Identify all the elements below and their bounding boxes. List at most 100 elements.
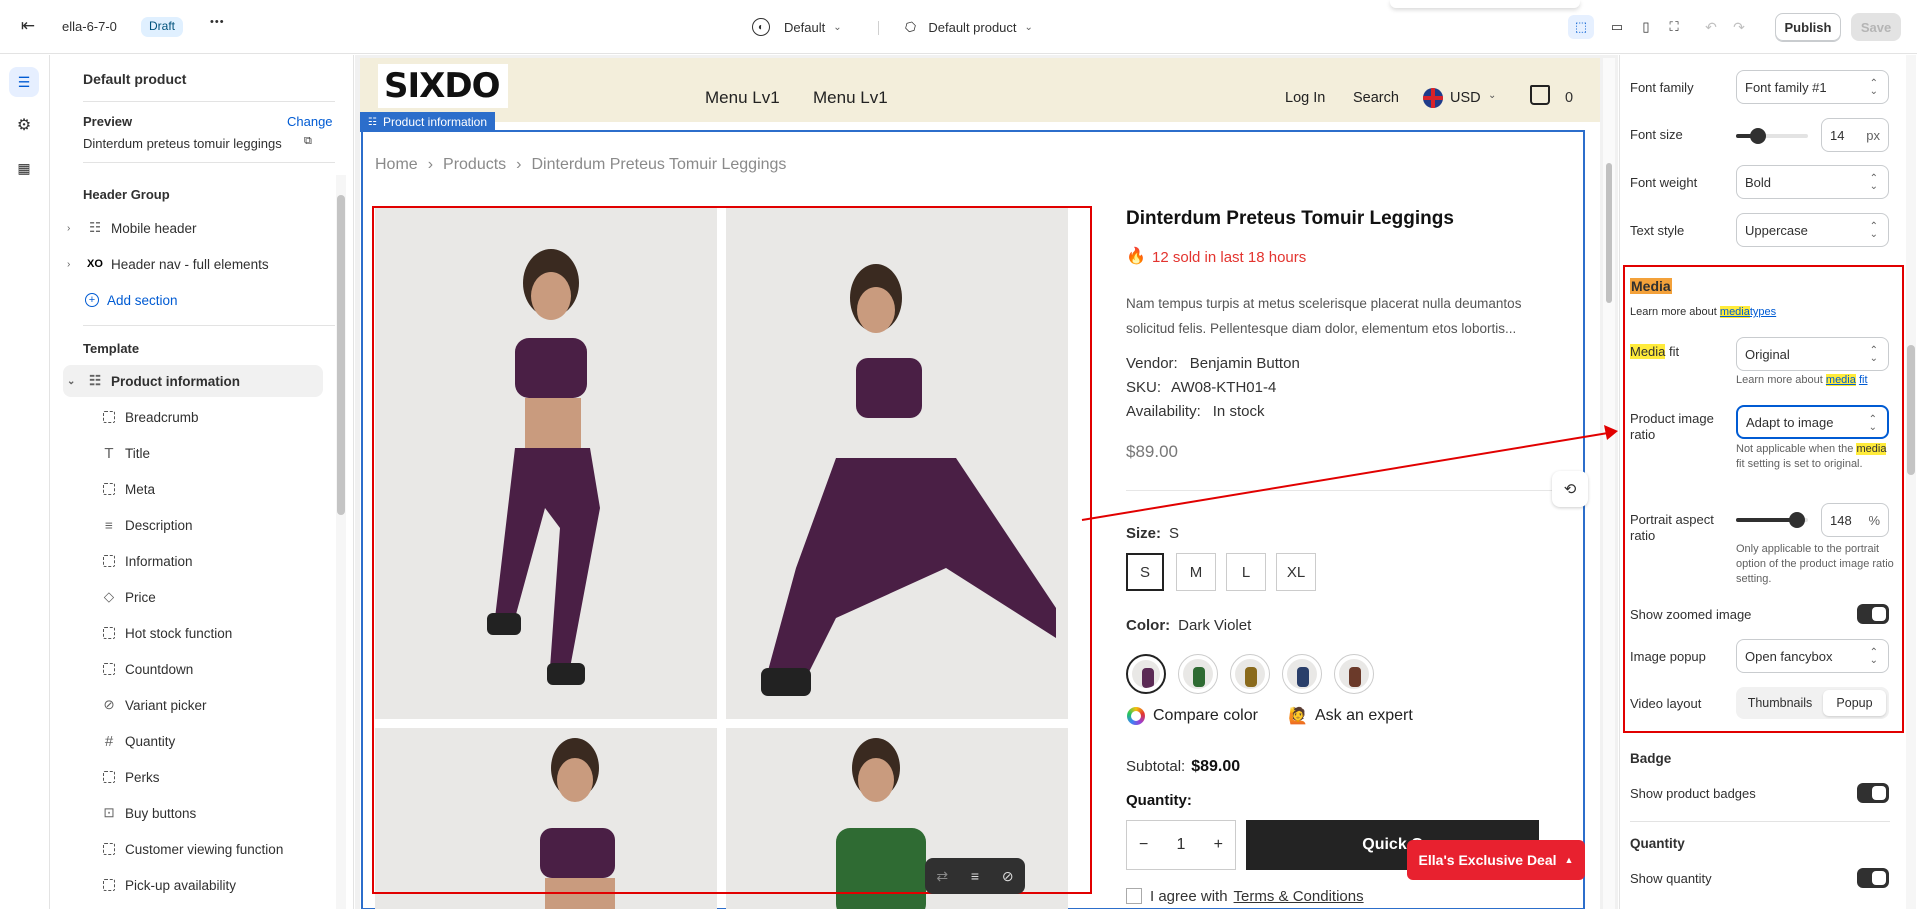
block-perks[interactable]: Perks: [101, 760, 371, 794]
store-logo[interactable]: SIXDO: [384, 66, 500, 106]
video-option-thumbnails[interactable]: Thumbnails: [1739, 690, 1821, 716]
block-customer-viewing[interactable]: Customer viewing function: [101, 832, 371, 866]
ratio-select[interactable]: Adapt to image ⌃ ⌄: [1736, 405, 1889, 439]
gear-icon[interactable]: ⚙: [9, 110, 39, 140]
quantity-value[interactable]: 1: [1177, 836, 1186, 854]
block-information[interactable]: Information: [101, 544, 371, 578]
scrollbar-thumb[interactable]: [1606, 163, 1612, 303]
font-size-slider[interactable]: [1736, 128, 1808, 144]
zoom-toggle[interactable]: [1857, 604, 1889, 624]
media-link[interactable]: media: [1825, 374, 1856, 386]
sections-icon[interactable]: ☰: [9, 67, 39, 97]
reorder-icon[interactable]: ≡: [971, 868, 979, 884]
types-link[interactable]: types: [1750, 306, 1776, 318]
block-meta[interactable]: Meta: [101, 472, 371, 506]
plus-button[interactable]: +: [1214, 836, 1223, 854]
divider: [83, 101, 335, 102]
terms-link[interactable]: Terms & Conditions: [1234, 888, 1364, 905]
vendor-value[interactable]: Benjamin Button: [1190, 355, 1300, 372]
search-link[interactable]: Search: [1353, 90, 1399, 106]
block-quantity[interactable]: # Quantity: [101, 724, 371, 758]
size-option-m[interactable]: M: [1176, 553, 1216, 591]
section-tag[interactable]: ☷ Product information: [360, 112, 496, 132]
currency-selector[interactable]: USD: [1450, 90, 1481, 106]
quantity-setting-label: Show quantity: [1630, 871, 1712, 886]
menu-item[interactable]: Menu Lv1: [705, 88, 780, 108]
settings-scrollbar[interactable]: [1906, 55, 1916, 909]
slider-knob[interactable]: [1789, 512, 1805, 528]
breadcrumb-products[interactable]: Products: [443, 156, 506, 174]
deal-button[interactable]: Ella's Exclusive Deal ▲: [1407, 840, 1585, 880]
publish-button[interactable]: Publish: [1775, 13, 1841, 41]
block-breadcrumb[interactable]: Breadcrumb: [101, 400, 371, 434]
block-buy-buttons[interactable]: ⊡ Buy buttons: [101, 796, 371, 830]
color-swatch[interactable]: [1126, 654, 1166, 694]
fullscreen-icon[interactable]: ⛶: [1661, 15, 1687, 39]
apps-icon[interactable]: ▦: [9, 153, 39, 183]
size-option-xl[interactable]: XL: [1276, 553, 1316, 591]
color-swatch[interactable]: [1230, 654, 1270, 694]
text-style-label: Text style: [1630, 223, 1685, 238]
popup-select[interactable]: Open fancybox ⌃ ⌄: [1736, 639, 1889, 673]
inspector-icon[interactable]: ⬚: [1568, 15, 1594, 39]
breadcrumb-home[interactable]: Home: [375, 156, 418, 174]
move-icon[interactable]: ⇄: [936, 868, 948, 885]
block-countdown[interactable]: Countdown: [101, 652, 371, 686]
video-option-popup[interactable]: Popup: [1823, 690, 1886, 716]
media-link[interactable]: media: [1719, 306, 1750, 318]
sidebar-scrollbar[interactable]: [336, 175, 346, 909]
font-family-select[interactable]: Font family #1 ⌃ ⌄: [1736, 70, 1889, 104]
undo-icon[interactable]: ↶: [1700, 15, 1722, 39]
quantity-toggle[interactable]: [1857, 868, 1889, 888]
product-selector-label: Default product: [928, 19, 1017, 35]
add-section-button[interactable]: + Add section: [85, 283, 355, 317]
unit-label: px: [1866, 127, 1880, 143]
color-swatch[interactable]: [1178, 654, 1218, 694]
block-description[interactable]: ≡ Description: [101, 508, 371, 542]
menu-item[interactable]: Menu Lv1: [813, 88, 888, 108]
change-link[interactable]: Change: [287, 114, 333, 129]
font-weight-select[interactable]: Bold ⌃ ⌄: [1736, 165, 1889, 199]
product-selector[interactable]: ⬡ Default product ⌄: [901, 15, 1033, 39]
save-button[interactable]: Save: [1851, 13, 1901, 41]
exit-icon[interactable]: ⇤: [18, 16, 38, 36]
hide-icon[interactable]: ⊘: [1002, 868, 1014, 885]
template-selector[interactable]: ◐ Default ⌄: [752, 15, 842, 39]
tree-item-product-information[interactable]: ⌄ ☷ Product information: [67, 364, 337, 398]
media-fit-select[interactable]: Original ⌃ ⌄: [1736, 337, 1889, 371]
fit-link[interactable]: fit: [1859, 374, 1868, 386]
external-link-icon[interactable]: ⧉: [304, 135, 312, 148]
color-swatch[interactable]: [1282, 654, 1322, 694]
chevron-down-icon: ⌄: [67, 375, 76, 387]
block-title[interactable]: T Title: [101, 436, 371, 470]
size-option-l[interactable]: L: [1226, 553, 1266, 591]
dashed-box-icon: [101, 769, 117, 785]
scrollbar-thumb[interactable]: [337, 195, 345, 515]
size-option-s[interactable]: S: [1126, 553, 1164, 591]
slider-knob[interactable]: [1750, 128, 1766, 144]
badge-toggle[interactable]: [1857, 783, 1889, 803]
scrollbar-thumb[interactable]: [1907, 345, 1915, 475]
redo-icon[interactable]: ↷: [1728, 15, 1750, 39]
block-price[interactable]: ◇ Price: [101, 580, 371, 614]
portrait-input[interactable]: 148%: [1821, 503, 1889, 537]
minus-button[interactable]: −: [1139, 836, 1148, 854]
block-pickup[interactable]: Pick-up availability: [101, 868, 371, 902]
tree-item-header-nav[interactable]: › XO Header nav - full elements: [67, 247, 337, 281]
text-style-select[interactable]: Uppercase ⌃ ⌄: [1736, 213, 1889, 247]
bag-icon[interactable]: [1530, 85, 1550, 105]
font-size-input[interactable]: 14 px: [1821, 118, 1889, 152]
terms-checkbox[interactable]: [1126, 888, 1142, 904]
tree-item-mobile-header[interactable]: › ☷ Mobile header: [67, 211, 337, 245]
portrait-slider[interactable]: [1736, 512, 1808, 528]
login-link[interactable]: Log In: [1285, 90, 1325, 106]
block-variant-picker[interactable]: ⊘ Variant picker: [101, 688, 371, 722]
ask-expert-link[interactable]: Ask an expert: [1315, 707, 1413, 725]
desktop-icon[interactable]: ▭: [1604, 15, 1630, 39]
preview-product[interactable]: Dinterdum preteus tomuir leggings: [83, 136, 282, 151]
block-hot-stock[interactable]: Hot stock function: [101, 616, 371, 650]
color-swatch[interactable]: [1334, 654, 1374, 694]
mobile-icon[interactable]: ▯: [1633, 15, 1659, 39]
more-actions-button[interactable]: •••: [210, 16, 225, 28]
compare-color-link[interactable]: Compare color: [1153, 707, 1258, 725]
